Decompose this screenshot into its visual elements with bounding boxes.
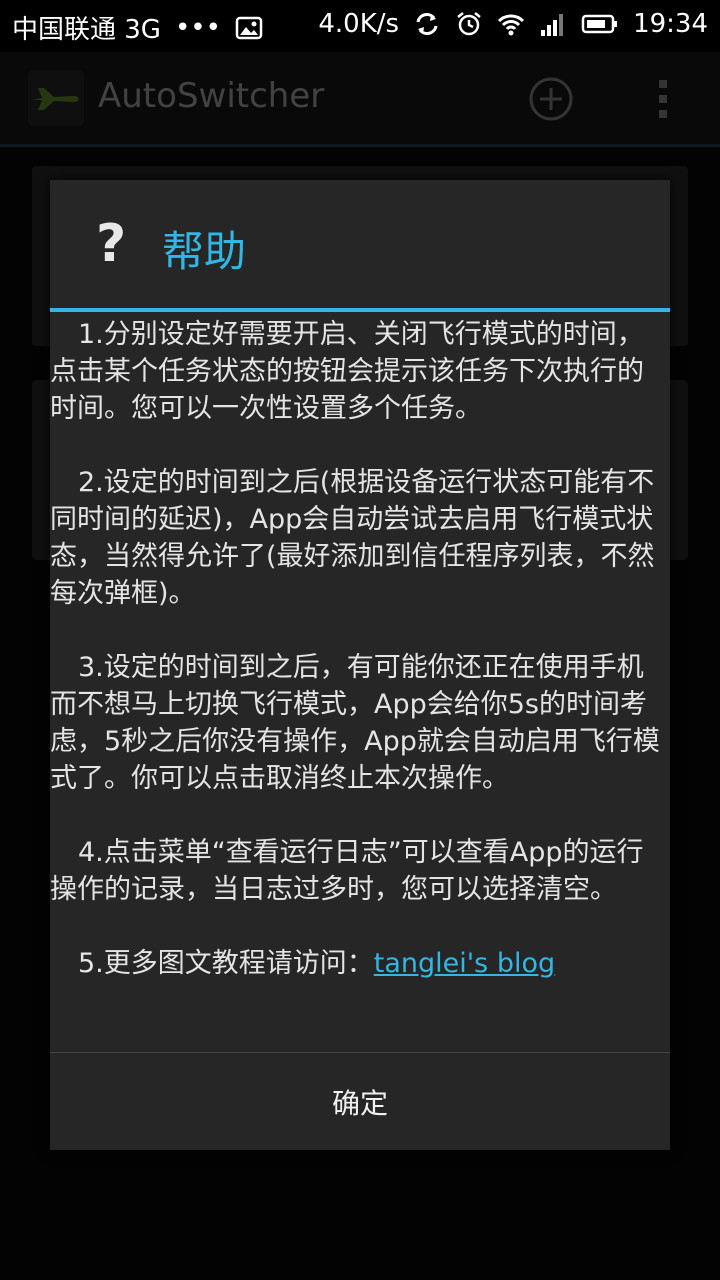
help-paragraph-4: 4.点击菜单“查看运行日志”可以查看App的运行操作的记录，当日志过多时，您可以… bbox=[50, 837, 644, 905]
help-paragraph-1: 1.分别设定好需要开启、关闭飞行模式的时间，点击某个任务状态的按钮会提示该任务下… bbox=[50, 319, 644, 424]
ok-button[interactable]: 确定 bbox=[50, 1053, 670, 1151]
question-icon: ? bbox=[96, 214, 127, 274]
signal-icon bbox=[541, 14, 564, 36]
help-dialog: ? 帮助 1.分别设定好需要开启、关闭飞行模式的时间，点击某个任务状态的按钮会提… bbox=[50, 180, 670, 1150]
screen: 中国联通 3G ••• 4.0K/s 19:34 AutoSwitcher ? … bbox=[0, 0, 720, 1280]
dialog-title: 帮助 bbox=[162, 227, 247, 276]
status-right: 4.0K/s 19:34 bbox=[318, 9, 708, 39]
alarm-icon bbox=[457, 12, 481, 36]
network-speed: 4.0K/s bbox=[318, 9, 400, 39]
dialog-footer: 确定 bbox=[50, 1052, 670, 1151]
help-paragraph-3: 3.设定的时间到之后，有可能你还正在使用手机而不想马上切换飞行模式，App会给你… bbox=[50, 652, 660, 794]
dialog-body: 1.分别设定好需要开启、关闭飞行模式的时间，点击某个任务状态的按钮会提示该任务下… bbox=[50, 316, 670, 1036]
help-paragraph-5: 5.更多图文教程请访问：tanglei's blog bbox=[50, 945, 670, 982]
status-bar: 中国联通 3G ••• 4.0K/s 19:34 bbox=[0, 0, 720, 52]
battery-icon bbox=[581, 14, 618, 34]
carrier-label: 中国联通 3G bbox=[12, 15, 161, 45]
help-paragraph-2: 2.设定的时间到之后(根据设备运行状态可能有不同时间的延迟)，App会自动尝试去… bbox=[50, 467, 655, 609]
blog-link[interactable]: tanglei's blog bbox=[374, 948, 555, 979]
dialog-header: ? 帮助 bbox=[50, 180, 670, 312]
image-notification-icon bbox=[235, 16, 263, 39]
help-paragraph-5-text: 5.更多图文教程请访问： bbox=[78, 948, 374, 979]
more-dots: ••• bbox=[174, 12, 221, 43]
clock: 19:34 bbox=[633, 9, 708, 39]
status-left: 中国联通 3G ••• bbox=[12, 9, 263, 46]
sync-icon bbox=[416, 13, 438, 35]
wifi-icon bbox=[498, 14, 525, 36]
